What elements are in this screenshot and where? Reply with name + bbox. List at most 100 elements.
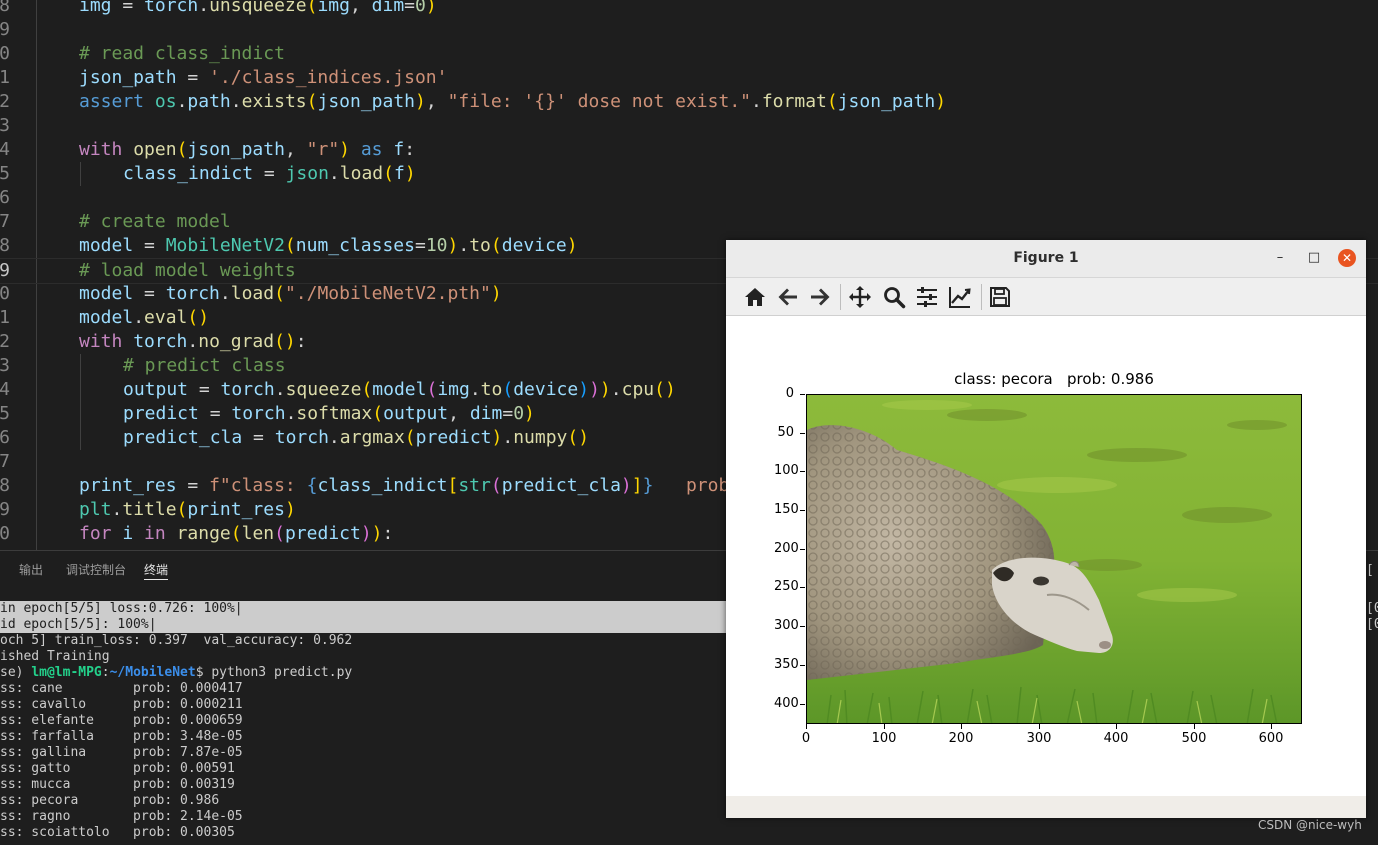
- y-tick-label: 0: [785, 386, 794, 401]
- terminal-edge-text: [0: [1366, 617, 1378, 632]
- code-line[interactable]: 7 # create model: [0, 210, 1378, 234]
- y-tick-mark: [800, 626, 805, 627]
- code-line[interactable]: 8 img = torch.unsqueeze(img, dim=0): [0, 0, 1378, 18]
- configure-subplots-icon[interactable]: [915, 285, 939, 309]
- line-number: 4: [0, 139, 10, 160]
- x-tick-mark: [806, 724, 807, 729]
- save-icon[interactable]: [988, 285, 1012, 309]
- y-tick-mark: [800, 394, 805, 395]
- x-tick-label: 600: [1258, 731, 1284, 746]
- line-number: 1: [0, 307, 10, 328]
- x-tick-label: 400: [1103, 731, 1129, 746]
- y-tick-label: 150: [774, 502, 799, 517]
- image-axes: [806, 394, 1302, 724]
- line-number: 7: [0, 211, 10, 232]
- line-number: 9: [0, 260, 10, 281]
- y-tick-mark: [800, 471, 805, 472]
- terminal-line: ss: ragno prob: 2.14e-05: [0, 809, 243, 824]
- code-line[interactable]: 2 assert os.path.exists(json_path), "file…: [0, 90, 1378, 114]
- y-tick-mark: [800, 587, 805, 588]
- minimize-button[interactable]: –: [1271, 249, 1289, 267]
- line-number: 6: [0, 187, 10, 208]
- line-number: 5: [0, 403, 10, 424]
- terminal-line: ss: gatto prob: 0.00591: [0, 761, 235, 776]
- line-number: 9: [0, 499, 10, 520]
- line-number: 0: [0, 283, 10, 304]
- toolbar-separator: [840, 284, 841, 310]
- code-line[interactable]: 5 class_indict = json.load(f): [0, 162, 1378, 186]
- y-tick-mark: [800, 510, 805, 511]
- terminal-line: ss: cane prob: 0.000417: [0, 681, 243, 696]
- y-tick-label: 100: [774, 463, 799, 478]
- terminal-line: ss: elefante prob: 0.000659: [0, 713, 243, 728]
- edit-axis-icon[interactable]: [948, 285, 972, 309]
- watermark: CSDN @nice-wyh: [1258, 818, 1362, 832]
- y-tick-label: 400: [774, 696, 799, 711]
- terminal-line: ss: mucca prob: 0.00319: [0, 777, 235, 792]
- line-number: 3: [0, 355, 10, 376]
- home-icon[interactable]: [743, 285, 767, 309]
- y-tick-mark: [800, 665, 805, 666]
- code-line[interactable]: 4 with open(json_path, "r") as f:: [0, 138, 1378, 162]
- x-tick-mark: [1271, 724, 1272, 729]
- terminal-line: och 5] train_loss: 0.397 val_accuracy: 0…: [0, 633, 353, 648]
- active-tab-indicator: [144, 579, 168, 580]
- terminal-edge-text: [: [1366, 563, 1374, 578]
- sheep-photo: [807, 395, 1301, 723]
- window-title: Figure 1: [1013, 250, 1079, 266]
- y-tick-label: 300: [774, 618, 799, 633]
- terminal-line: ished Training: [0, 649, 110, 664]
- x-tick-label: 200: [948, 731, 974, 746]
- code-line[interactable]: 6: [0, 186, 1378, 210]
- x-tick-label: 0: [801, 731, 811, 746]
- x-tick-label: 500: [1181, 731, 1207, 746]
- terminal-line: ss: gallina prob: 7.87e-05: [0, 745, 243, 760]
- line-number: 2: [0, 91, 10, 112]
- back-arrow-icon[interactable]: [776, 285, 800, 309]
- terminal-line: id epoch[5/5]: 100%|: [0, 617, 157, 632]
- line-number: 8: [0, 475, 10, 496]
- code-line[interactable]: 9: [0, 18, 1378, 42]
- terminal-line: ss: cavallo prob: 0.000211: [0, 697, 243, 712]
- tab-output[interactable]: 输出: [19, 561, 43, 578]
- zoom-icon[interactable]: [882, 285, 906, 309]
- terminal-line: ss: farfalla prob: 3.48e-05: [0, 729, 243, 744]
- terminal-prompt: se) lm@lm-MPG:~/MobileNet$ python3 predi…: [0, 665, 353, 680]
- window-titlebar[interactable]: Figure 1 – □ ✕: [726, 240, 1366, 278]
- line-number: 3: [0, 115, 10, 136]
- x-tick-label: 300: [1026, 731, 1052, 746]
- y-tick-mark: [800, 704, 805, 705]
- line-number: 1: [0, 67, 10, 88]
- x-tick-mark: [961, 724, 962, 729]
- line-number: 5: [0, 163, 10, 184]
- line-number: 2: [0, 331, 10, 352]
- pan-icon[interactable]: [848, 285, 872, 309]
- y-tick-label: 200: [774, 541, 799, 556]
- line-number: 4: [0, 379, 10, 400]
- forward-arrow-icon[interactable]: [808, 285, 832, 309]
- x-tick-mark: [1194, 724, 1195, 729]
- line-number: 8: [0, 0, 10, 16]
- toolbar-separator: [981, 284, 982, 310]
- x-tick-mark: [884, 724, 885, 729]
- terminal-line: ss: pecora prob: 0.986: [0, 793, 220, 808]
- code-line[interactable]: 0 # read class_indict: [0, 42, 1378, 66]
- maximize-button[interactable]: □: [1305, 249, 1323, 267]
- tab-debug-console[interactable]: 调试控制台: [66, 561, 126, 578]
- y-tick-label: 50: [777, 425, 794, 440]
- y-tick-mark: [800, 433, 805, 434]
- line-number: 8: [0, 235, 10, 256]
- line-number: 7: [0, 451, 10, 472]
- plot-title: class: pecora prob: 0.986: [954, 370, 1154, 388]
- plot-canvas[interactable]: class: pecora prob: 0.986 0 50 100 150 2…: [726, 316, 1366, 796]
- x-tick-mark: [1116, 724, 1117, 729]
- code-line[interactable]: 1 json_path = './class_indices.json': [0, 66, 1378, 90]
- close-button[interactable]: ✕: [1338, 249, 1356, 267]
- code-line[interactable]: 3: [0, 114, 1378, 138]
- figure-window[interactable]: Figure 1 – □ ✕ class: pecora prob: 0.986…: [726, 240, 1366, 818]
- figure-statusbar: [726, 796, 1366, 818]
- line-number: 9: [0, 19, 10, 40]
- y-tick-label: 250: [774, 579, 799, 594]
- tab-terminal[interactable]: 终端: [144, 561, 168, 578]
- x-tick-label: 100: [871, 731, 897, 746]
